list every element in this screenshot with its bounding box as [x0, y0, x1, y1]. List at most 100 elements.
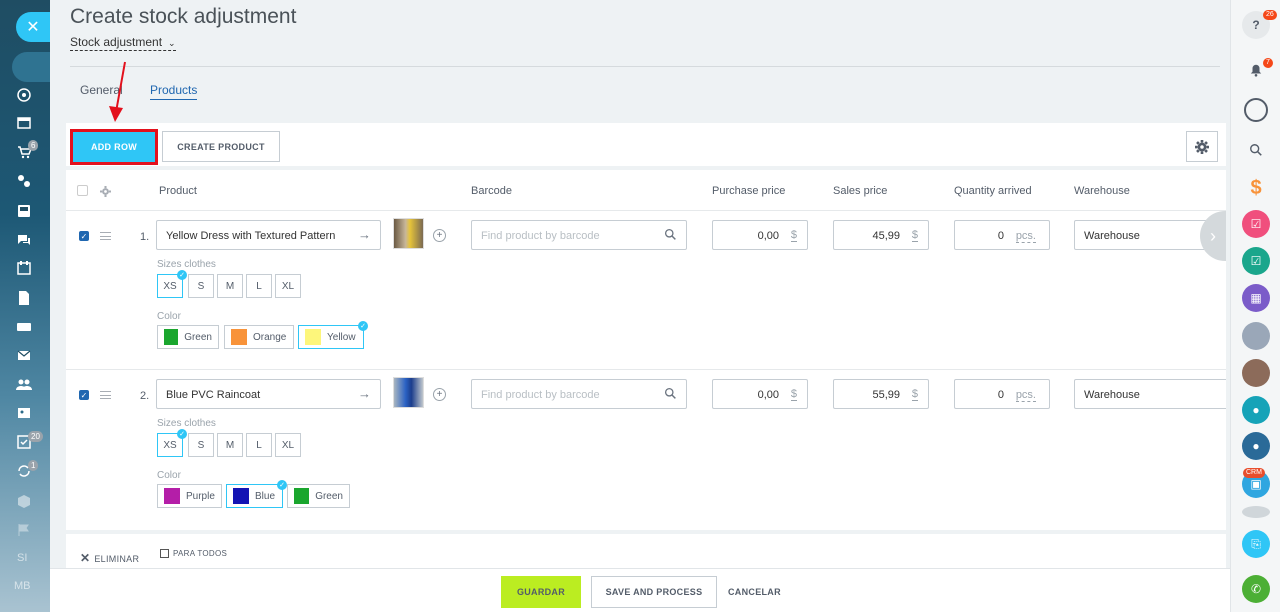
size-option-s[interactable]: S — [188, 274, 214, 298]
save-and-process-button[interactable]: SAVE AND PROCESS — [591, 576, 717, 608]
color-option-yellow[interactable]: Yellow ✓ — [298, 321, 368, 349]
sales-price-value: 55,99 — [872, 389, 900, 401]
chat-icon[interactable] — [15, 231, 33, 249]
color-option-green[interactable]: Green — [157, 325, 219, 349]
dollar-icon[interactable]: $ — [1242, 174, 1270, 202]
avatar[interactable] — [1242, 359, 1270, 387]
checkbox-box[interactable] — [160, 549, 169, 558]
goals-icon[interactable] — [15, 86, 33, 104]
color-option-purple[interactable]: Purple — [157, 484, 222, 508]
unit-selector[interactable]: pcs. — [1015, 389, 1036, 402]
chat-bubble-icon[interactable] — [1244, 98, 1268, 122]
box-icon[interactable] — [15, 492, 33, 510]
size-option-xs[interactable]: XS ✓ — [157, 429, 187, 457]
color-option-blue[interactable]: Blue ✓ — [226, 480, 287, 508]
cancel-button[interactable]: CANCELAR — [728, 587, 781, 597]
warehouse-select[interactable]: Warehouse — [1074, 379, 1226, 409]
tab-products[interactable]: Products — [150, 83, 198, 100]
add-row-button[interactable]: ADD ROW — [70, 129, 158, 165]
color-option-green[interactable]: Green — [287, 484, 350, 508]
help-badge: 26 — [1263, 10, 1277, 20]
products-toolbar: ADD ROW CREATE PRODUCT — [66, 123, 1226, 170]
group-chat-icon[interactable]: ● — [1242, 432, 1270, 460]
sidebar-label-si[interactable]: SI — [17, 552, 27, 564]
size-option-m[interactable]: M — [217, 433, 243, 457]
people-icon[interactable] — [15, 375, 33, 393]
row-checkbox[interactable]: ✓ — [79, 390, 89, 400]
column-settings-icon[interactable] — [100, 186, 111, 197]
add-image-icon[interactable]: + — [433, 388, 446, 401]
calendar-icon[interactable] — [15, 259, 33, 277]
size-option-m[interactable]: M — [217, 274, 243, 298]
search-icon[interactable] — [1242, 136, 1270, 164]
contact-card-icon[interactable] — [15, 404, 33, 422]
size-option-l[interactable]: L — [246, 274, 272, 298]
delete-button[interactable]: ✕ ELIMINAR — [80, 551, 139, 565]
size-option-s[interactable]: S — [188, 433, 214, 457]
page-title: Create stock adjustment — [70, 5, 297, 28]
table-settings-button[interactable] — [1186, 131, 1218, 162]
header-divider — [70, 66, 1220, 67]
user-icon[interactable]: ● — [1242, 396, 1270, 424]
close-slider-button-secondary[interactable] — [12, 52, 50, 82]
currency-selector[interactable]: $ — [911, 388, 918, 401]
share-icon[interactable]: ⎘ — [1242, 530, 1270, 558]
size-option-xl[interactable]: XL — [275, 433, 301, 457]
document-icon[interactable] — [15, 289, 33, 307]
header-separator — [66, 210, 1226, 211]
calendar-icon[interactable]: ▦ — [1242, 284, 1270, 312]
quantity-input[interactable]: 0 pcs. — [954, 220, 1050, 250]
product-field[interactable]: Blue PVC Raincoat → — [156, 379, 381, 409]
barcode-search-input[interactable]: Find product by barcode — [471, 220, 687, 250]
arrow-right-icon[interactable]: → — [358, 386, 371, 401]
size-option-xs[interactable]: XS ✓ — [157, 270, 187, 298]
apply-to-all-label: PARA TODOS — [173, 549, 228, 558]
currency-selector[interactable]: $ — [911, 229, 918, 242]
arrow-right-icon[interactable]: → — [358, 227, 371, 242]
color-label: Color — [157, 470, 181, 481]
drag-handle-icon[interactable] — [100, 232, 111, 240]
color-option-orange[interactable]: Orange — [224, 325, 294, 349]
save-button[interactable]: GUARDAR — [501, 576, 581, 608]
purchase-price-input[interactable]: 0,00 $ — [712, 220, 808, 250]
product-field[interactable]: Yellow Dress with Textured Pattern → — [156, 220, 381, 250]
calendar-window-icon[interactable] — [15, 114, 33, 132]
product-image[interactable] — [393, 218, 424, 249]
apply-to-all-checkbox[interactable]: PARA TODOS — [160, 549, 227, 558]
unit-selector[interactable]: pcs. — [1015, 230, 1036, 243]
sales-price-input[interactable]: 55,99 $ — [833, 379, 929, 409]
tasks-badge: 20 — [28, 431, 43, 442]
document-type-selector[interactable]: Stock adjustment ⌄ — [70, 35, 176, 51]
avatar[interactable] — [1242, 506, 1270, 518]
color-name: Green — [184, 331, 212, 343]
avatar[interactable] — [1242, 322, 1270, 350]
delete-label: ELIMINAR — [94, 554, 140, 564]
flag-icon[interactable] — [15, 521, 33, 539]
sidebar-label-mb[interactable]: MB — [14, 580, 31, 592]
size-option-l[interactable]: L — [246, 433, 272, 457]
sales-price-input[interactable]: 45,99 $ — [833, 220, 929, 250]
phone-icon[interactable]: ✆ — [1242, 575, 1270, 603]
create-product-button[interactable]: CREATE PRODUCT — [162, 131, 280, 162]
size-option-xl[interactable]: XL — [275, 274, 301, 298]
product-image[interactable] — [393, 377, 424, 408]
color-name: Green — [315, 490, 343, 502]
drive-icon[interactable] — [15, 317, 33, 335]
barcode-search-input[interactable]: Find product by barcode — [471, 379, 687, 409]
add-image-icon[interactable]: + — [433, 229, 446, 242]
close-slider-button[interactable]: ✕ — [16, 12, 50, 42]
drag-handle-icon[interactable] — [100, 391, 111, 399]
currency-selector[interactable]: $ — [790, 229, 797, 242]
quantity-input[interactable]: 0 pcs. — [954, 379, 1050, 409]
purchase-price-input[interactable]: 0,00 $ — [712, 379, 808, 409]
inbox-icon[interactable] — [15, 202, 33, 220]
task-check-icon[interactable]: ☑ — [1242, 210, 1270, 238]
select-all-checkbox[interactable] — [77, 185, 88, 196]
task-list-icon[interactable]: ☑ — [1242, 247, 1270, 275]
gear-icon — [1195, 139, 1209, 154]
scroll-right-button[interactable]: › — [1200, 211, 1226, 261]
shapes-icon[interactable] — [15, 172, 33, 190]
row-checkbox[interactable]: ✓ — [79, 231, 89, 241]
mail-icon[interactable] — [15, 346, 33, 364]
currency-selector[interactable]: $ — [790, 388, 797, 401]
